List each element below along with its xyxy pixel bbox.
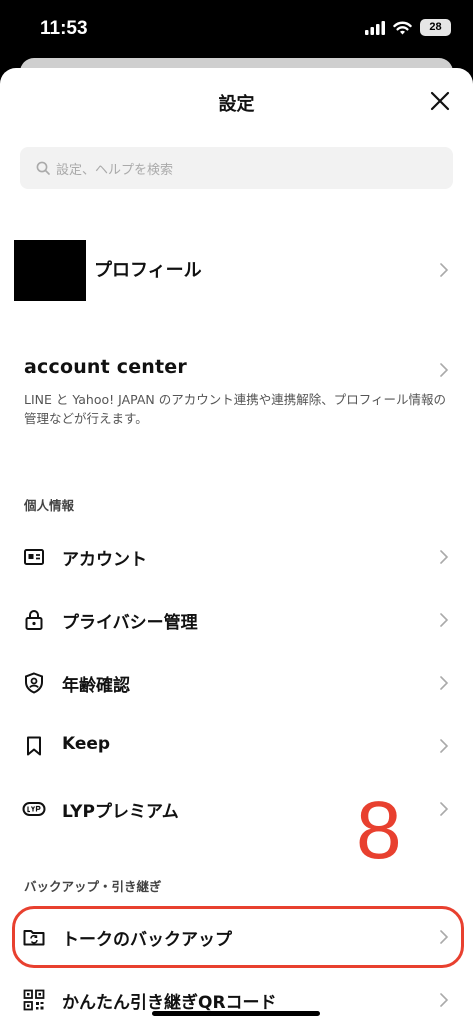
chevron-right-icon (440, 550, 449, 564)
lock-icon (25, 610, 43, 630)
wifi-icon (393, 21, 412, 34)
id-card-icon (24, 549, 44, 565)
settings-item-label: LYPプレミアム (62, 802, 179, 822)
chevron-right-icon (440, 263, 449, 277)
chevron-right-icon (440, 739, 449, 753)
avatar (14, 240, 86, 301)
qr-code-icon (23, 989, 45, 1011)
step-number-annotation: 8 (356, 785, 402, 876)
settings-sheet: 設定 設定、ヘルプを検索 プロフィール account center LINE … (0, 68, 473, 1024)
settings-item-label: アカウント (62, 550, 147, 570)
status-time: 11:53 (40, 18, 88, 39)
section-heading-backup: バックアップ・引き継ぎ (24, 879, 162, 894)
settings-item-label: かんたん引き継ぎQRコード (62, 993, 277, 1013)
status-bar: 11:53 28 (0, 0, 473, 60)
lyp-badge-icon (22, 802, 46, 816)
shield-person-icon (25, 672, 43, 694)
chevron-right-icon (440, 676, 449, 690)
status-indicators: 28 (365, 19, 451, 36)
account-center-description: LINE と Yahoo! JAPAN のアカウント連携や連携解除、プロフィール… (24, 392, 447, 426)
chevron-right-icon (440, 613, 449, 627)
account-center-title: account center (24, 356, 187, 378)
signal-icon (365, 20, 385, 35)
chevron-right-icon (440, 802, 449, 816)
search-placeholder: 設定、ヘルプを検索 (56, 162, 174, 178)
profile-label: プロフィール (94, 260, 202, 281)
chevron-right-icon (440, 993, 449, 1007)
search-input[interactable]: 設定、ヘルプを検索 (20, 147, 453, 189)
close-icon[interactable] (429, 90, 451, 112)
section-heading-personal: 個人情報 (24, 498, 75, 513)
home-indicator (152, 1011, 320, 1016)
battery-icon: 28 (420, 19, 451, 36)
settings-item-label: Keep (62, 734, 111, 754)
settings-item-label: プライバシー管理 (62, 613, 198, 633)
settings-item-label: 年齢確認 (62, 676, 130, 696)
highlight-annotation-box (12, 906, 464, 968)
page-title: 設定 (218, 94, 255, 115)
chevron-right-icon (440, 363, 449, 377)
search-icon (36, 161, 50, 175)
bookmark-icon (27, 736, 41, 756)
